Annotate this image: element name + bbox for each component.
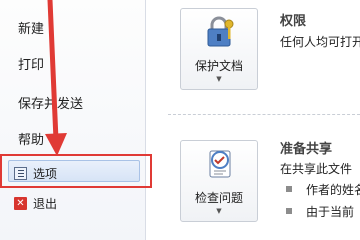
lock-key-icon	[207, 16, 234, 47]
chevron-down-icon: ▼	[216, 75, 222, 83]
exit-icon: ✕	[14, 197, 27, 210]
bullet-icon	[286, 186, 292, 192]
nav-options-row[interactable]: 选项	[14, 165, 57, 182]
nav-item-new[interactable]: 新建	[18, 18, 44, 37]
permissions-text: 任何人均可打开	[280, 35, 360, 49]
prepare-bullet-2: 由于当前	[306, 205, 355, 219]
section-divider	[168, 114, 360, 115]
check-issues-label: 检查问题	[194, 191, 243, 205]
check-issues-button[interactable]: 检查问题 ▼	[180, 140, 258, 222]
prepare-title: 准备共享	[280, 142, 333, 157]
nav-item-help[interactable]: 帮助	[18, 129, 44, 148]
prepare-text: 在共享此文件	[280, 162, 353, 176]
nav-item-save-send[interactable]: 保存并发送	[18, 93, 83, 112]
permissions-title: 权限	[280, 14, 307, 29]
protect-document-label: 保护文档	[194, 59, 243, 73]
prepare-bullet-1: 作者的姓名	[306, 183, 360, 197]
options-icon	[14, 167, 27, 180]
chevron-down-icon: ▼	[216, 207, 222, 215]
nav-exit-label: 退出	[33, 197, 58, 211]
bullet-icon	[286, 208, 292, 214]
nav-item-print[interactable]: 打印	[18, 54, 44, 73]
checklist-icon	[209, 150, 231, 178]
nav-item-exit[interactable]: ✕ 退出	[14, 195, 57, 212]
nav-options-label: 选项	[33, 167, 58, 181]
protect-document-button[interactable]: 保护文档 ▼	[180, 8, 258, 90]
